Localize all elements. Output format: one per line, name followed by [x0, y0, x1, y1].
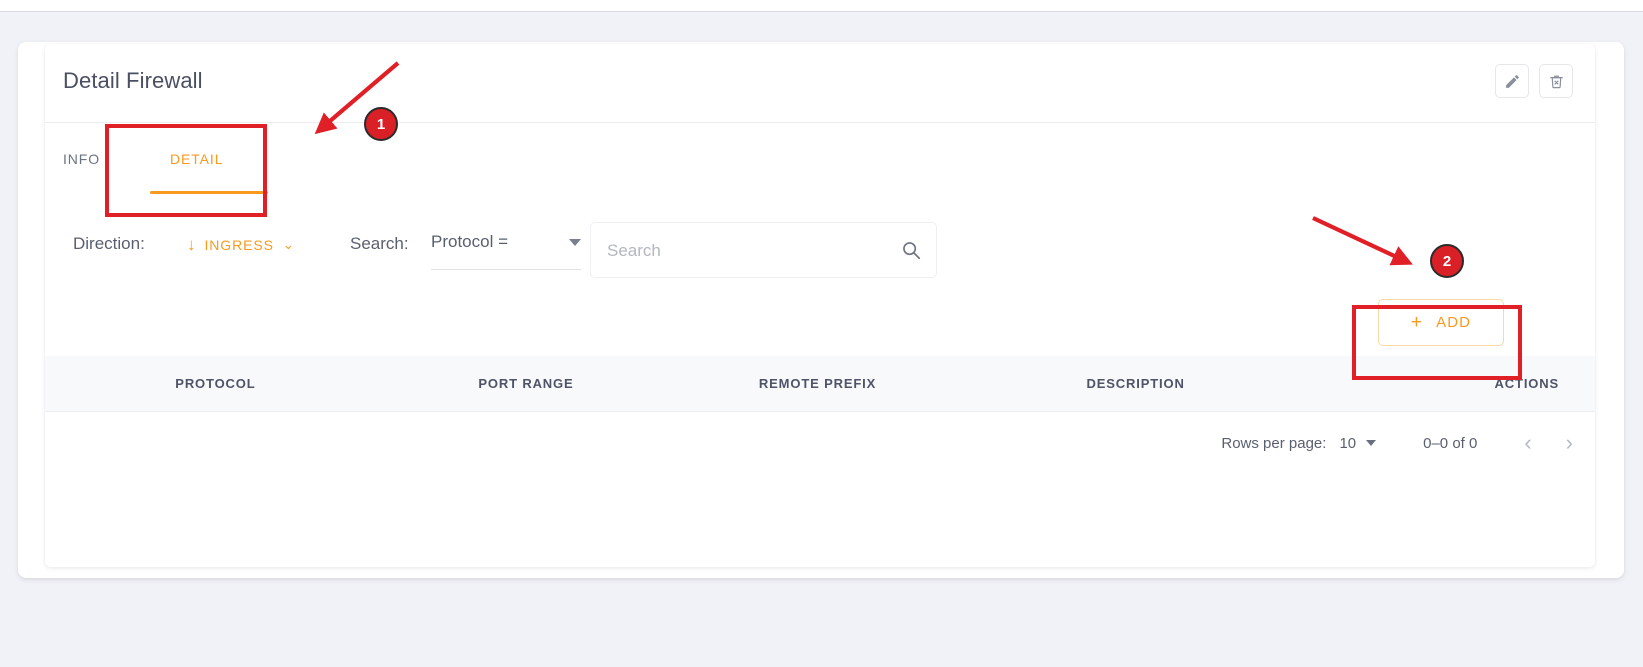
chevron-down-icon [569, 239, 581, 246]
pagination-range-label: 0–0 of 0 [1423, 434, 1478, 452]
pagination-bar: Rows per page: 10 0–0 of 0 ‹ › [45, 412, 1595, 474]
table-toolbar: Direction: ↓ INGRESS ⌄ Search: Protocol … [45, 206, 1595, 356]
tab-bar: INFO DETAIL [45, 123, 1595, 206]
tab-detail[interactable]: DETAIL [170, 151, 223, 167]
rules-table: PROTOCOL PORT RANGE REMOTE PREFIX DESCRI… [45, 356, 1595, 412]
search-label: Search: [350, 234, 409, 253]
card-header: Detail Firewall [45, 44, 1595, 123]
chevron-down-icon [1366, 440, 1377, 446]
rows-per-page-label: Rows per page: [1221, 434, 1327, 452]
header-actions [1495, 64, 1573, 98]
page-title: Detail Firewall [63, 68, 203, 93]
plus-icon: + [1410, 312, 1424, 333]
tab-info[interactable]: INFO [63, 151, 100, 167]
column-header-remote-prefix[interactable]: REMOTE PREFIX [666, 356, 970, 412]
column-header-description[interactable]: DESCRIPTION [969, 356, 1303, 412]
edit-button[interactable] [1495, 64, 1529, 98]
chevron-down-icon: ⌄ [282, 237, 294, 252]
search-field-value: Protocol = [431, 232, 509, 251]
outer-panel: Detail Firewall INFO DETAIL Direction: ↓… [18, 42, 1624, 578]
direction-select[interactable]: ↓ INGRESS ⌄ [187, 236, 294, 253]
rules-table-wrap: PROTOCOL PORT RANGE REMOTE PREFIX DESCRI… [45, 356, 1595, 412]
add-button-label: ADD [1436, 314, 1472, 331]
search-field-select[interactable]: Protocol = [431, 232, 581, 270]
tab-active-indicator [150, 191, 268, 194]
search-box [590, 222, 937, 279]
arrow-down-icon: ↓ [187, 235, 196, 254]
trash-x-icon [1548, 73, 1565, 90]
column-header-protocol[interactable]: PROTOCOL [45, 356, 386, 412]
previous-page-button[interactable]: ‹ [1524, 432, 1531, 454]
rows-per-page-select[interactable]: 10 [1339, 434, 1377, 452]
firewall-detail-card: Detail Firewall INFO DETAIL Direction: ↓… [45, 44, 1595, 567]
column-header-actions: ACTIONS [1302, 356, 1595, 412]
magnifier-icon [900, 242, 922, 264]
direction-label: Direction: [73, 234, 145, 253]
rows-per-page-value: 10 [1339, 434, 1357, 452]
search-button[interactable] [900, 239, 922, 261]
add-button[interactable]: + ADD [1378, 299, 1504, 346]
next-page-button[interactable]: › [1566, 432, 1573, 454]
delete-button[interactable] [1539, 64, 1573, 98]
pencil-icon [1504, 73, 1521, 90]
table-header-row: PROTOCOL PORT RANGE REMOTE PREFIX DESCRI… [45, 356, 1595, 412]
search-input[interactable] [605, 223, 884, 279]
direction-value: INGRESS [204, 236, 274, 253]
table-head: PROTOCOL PORT RANGE REMOTE PREFIX DESCRI… [45, 356, 1595, 412]
column-header-port-range[interactable]: PORT RANGE [385, 356, 667, 412]
